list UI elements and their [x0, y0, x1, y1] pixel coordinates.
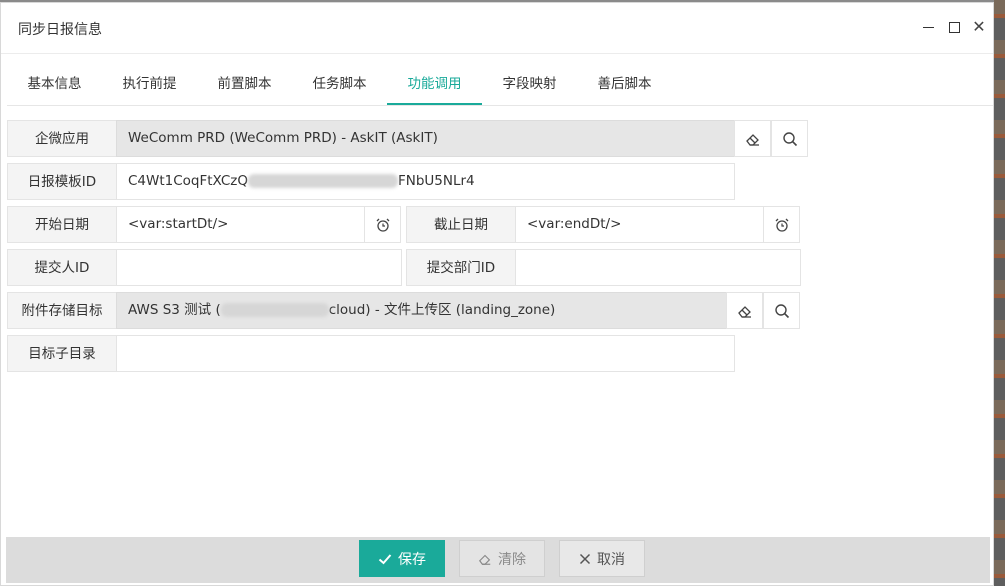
template-id-value-end: FNbU5NLr4: [397, 173, 475, 189]
eraser-icon: [745, 133, 759, 146]
background-window-edge: [994, 0, 1005, 586]
tab-bar: 基本信息 执行前提 前置脚本 任务脚本 功能调用 字段映射 善后脚本: [7, 67, 993, 106]
dialog-footer: 保存 清除 取消: [6, 537, 990, 583]
tab-cleanup-script[interactable]: 善后脚本: [577, 67, 672, 103]
tab-basic-info[interactable]: 基本信息: [7, 67, 102, 103]
submitter-id-field[interactable]: [116, 249, 402, 286]
alarm-clock-icon: [775, 218, 788, 232]
template-id-field[interactable]: C4Wt1CoqFtXCzQ FNbU5NLr4: [116, 163, 735, 200]
end-date-field[interactable]: <var:endDt/>: [515, 206, 764, 243]
attachment-target-label: 附件存储目标: [7, 292, 117, 329]
cancel-button-label: 取消: [597, 551, 625, 568]
close-icon: [579, 553, 591, 564]
attachment-target-search-button[interactable]: [763, 292, 800, 329]
tab-field-mapping[interactable]: 字段映射: [482, 67, 577, 103]
end-date-picker-button[interactable]: [763, 206, 800, 243]
submitter-id-label: 提交人ID: [7, 249, 117, 286]
attachment-target-clear-button[interactable]: [726, 292, 763, 329]
minimize-icon[interactable]: [918, 17, 938, 37]
template-id-value-start: C4Wt1CoqFtXCzQ: [128, 173, 248, 189]
eraser-icon: [737, 305, 751, 318]
start-date-field[interactable]: <var:startDt/>: [116, 206, 365, 243]
check-icon: [378, 553, 392, 564]
tab-task-script[interactable]: 任务脚本: [292, 67, 387, 103]
end-date-label: 截止日期: [406, 206, 516, 243]
save-button-label: 保存: [398, 551, 426, 568]
dialog-title: 同步日报信息: [18, 22, 102, 38]
target-subdir-field[interactable]: [116, 335, 735, 372]
wecom-app-label: 企微应用: [7, 120, 117, 157]
target-subdir-label: 目标子目录: [7, 335, 117, 372]
redacted-text: [220, 303, 329, 317]
clear-button-label: 清除: [498, 551, 526, 568]
clear-button[interactable]: 清除: [459, 540, 545, 577]
close-icon[interactable]: ✕: [969, 17, 989, 37]
eraser-icon: [478, 554, 491, 565]
attachment-target-value-end: cloud) - 文件上传区 (landing_zone): [328, 302, 556, 318]
tab-preconditions[interactable]: 执行前提: [102, 67, 197, 103]
wecom-app-field[interactable]: WeComm PRD (WeComm PRD) - AskIT (AskIT): [116, 120, 735, 157]
save-button[interactable]: 保存: [359, 540, 445, 577]
start-date-label: 开始日期: [7, 206, 117, 243]
alarm-clock-icon: [376, 218, 389, 232]
sync-daily-report-dialog: 同步日报信息 ✕ 基本信息 执行前提 前置脚本 任务脚本 功能调用 字段映射 善…: [0, 2, 994, 586]
cancel-button[interactable]: 取消: [559, 540, 645, 577]
attachment-target-field[interactable]: AWS S3 测试 ( cloud) - 文件上传区 (landing_zone): [116, 292, 727, 329]
search-icon: [774, 303, 789, 318]
redacted-text: [247, 174, 398, 188]
template-id-label: 日报模板ID: [7, 163, 117, 200]
submit-dept-id-label: 提交部门ID: [406, 249, 516, 286]
dialog-titlebar: 同步日报信息 ✕: [1, 3, 993, 54]
tab-pre-script[interactable]: 前置脚本: [197, 67, 292, 103]
wecom-app-clear-button[interactable]: [734, 120, 771, 157]
wecom-app-search-button[interactable]: [771, 120, 808, 157]
search-icon: [782, 131, 797, 146]
start-date-picker-button[interactable]: [364, 206, 401, 243]
attachment-target-value-start: AWS S3 测试 (: [128, 302, 221, 318]
maximize-icon[interactable]: [944, 17, 964, 37]
tab-function-call[interactable]: 功能调用: [387, 67, 482, 105]
submit-dept-id-field[interactable]: [515, 249, 801, 286]
